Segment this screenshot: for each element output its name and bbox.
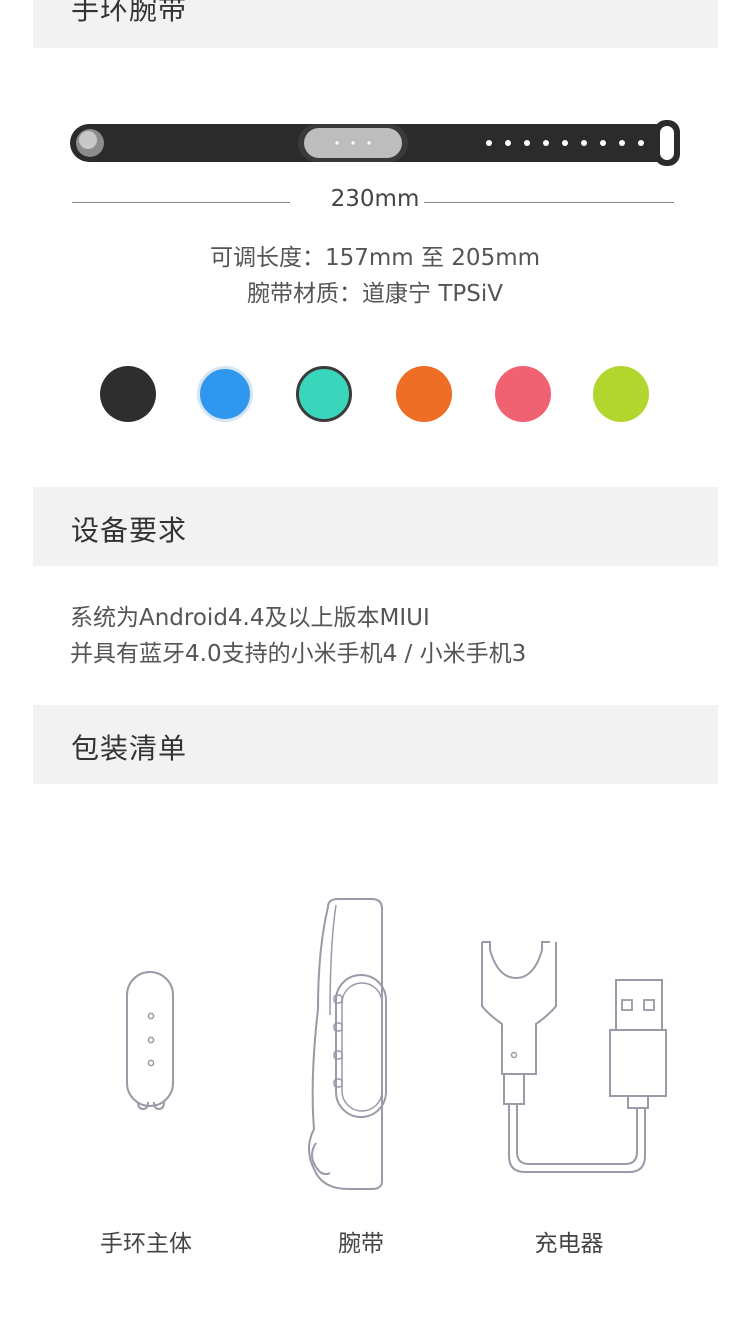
requirement-line: 并具有蓝牙4.0支持的小米手机4 / 小米手机3 <box>70 641 527 667</box>
color-swatch-blue[interactable] <box>197 366 253 422</box>
band-length: 230mm <box>330 186 420 212</box>
color-swatch-lime[interactable] <box>593 366 649 422</box>
package-item-label: 手环主体 <box>100 1231 192 1257</box>
color-swatch-pink[interactable] <box>495 366 551 422</box>
tracker-body-icon <box>126 971 174 1111</box>
package-item-label: 充电器 <box>534 1231 604 1257</box>
dimension-line-right <box>424 202 674 203</box>
section-header-band: 手环腕带 <box>33 0 718 48</box>
color-swatch-black[interactable] <box>100 366 156 422</box>
wristband-illustration <box>70 120 680 166</box>
wristband-icon <box>308 898 387 1190</box>
section-header-requirements: 设备要求 <box>33 487 718 566</box>
color-swatch-teal[interactable] <box>296 366 352 422</box>
section-title: 包装清单 <box>71 732 188 765</box>
band-material: 腕带材质：道康宁 TPSiV <box>247 281 503 307</box>
charger-icon <box>481 941 667 1173</box>
section-title: 手环腕带 <box>71 0 188 26</box>
requirement-line: 系统为Android4.4及以上版本MIUI <box>70 605 430 631</box>
section-header-package: 包装清单 <box>33 705 718 784</box>
section-title: 设备要求 <box>71 514 188 547</box>
adjustable-length: 可调长度：157mm 至 205mm <box>209 245 541 271</box>
package-item-label: 腕带 <box>338 1231 384 1257</box>
color-swatch-orange[interactable] <box>396 366 452 422</box>
